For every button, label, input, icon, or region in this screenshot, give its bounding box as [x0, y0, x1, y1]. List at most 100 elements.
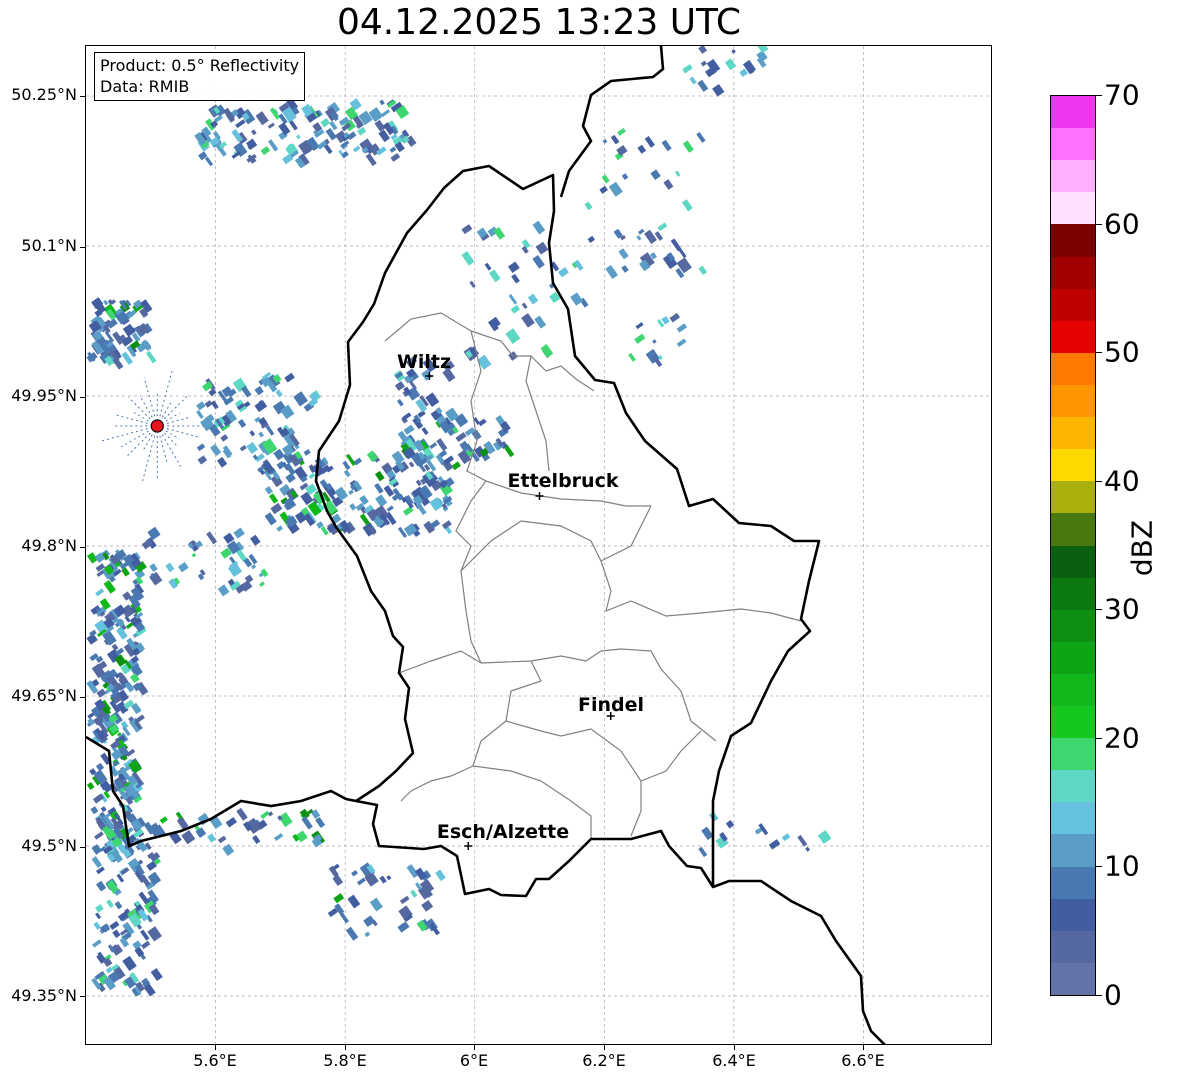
canton-boundaries	[384, 312, 802, 839]
echo-cell	[264, 486, 273, 495]
echo-cell	[379, 99, 385, 106]
echo-cell	[264, 512, 277, 526]
echo-cell	[768, 839, 781, 850]
echo-cell	[610, 134, 620, 145]
radar-site-dot	[150, 419, 164, 433]
echo-cell	[731, 49, 736, 54]
colorbar-tick-label: 40	[1104, 464, 1140, 498]
echo-cell	[260, 810, 270, 820]
echo-cell	[644, 135, 655, 148]
colorbar-tick-mark	[1096, 866, 1102, 868]
colorbar-tick-label: 20	[1104, 721, 1140, 755]
colorbar-segment	[1051, 898, 1095, 931]
echo-cell	[618, 248, 629, 260]
echo-cell	[92, 939, 102, 948]
echo-cell	[455, 432, 467, 442]
echo-cell	[637, 144, 647, 154]
city-label-esch-alzette: Esch/Alzette	[436, 821, 570, 843]
echo-cell	[421, 427, 429, 436]
echo-cell	[150, 968, 163, 982]
colorbar-segment	[1051, 223, 1095, 257]
echo-cell	[508, 293, 518, 305]
echo-cell	[116, 626, 128, 640]
echo-cell	[484, 262, 492, 271]
echo-cell	[410, 889, 418, 898]
echo-cell	[196, 401, 206, 411]
echo-cell	[379, 875, 387, 884]
echo-cell	[381, 109, 391, 117]
echo-cell	[383, 485, 395, 497]
colorbar-tick-mark	[1096, 737, 1102, 739]
echo-cell	[617, 127, 626, 136]
echo-cell	[657, 222, 668, 232]
germany-border	[559, 46, 665, 198]
colorbar-segment	[1051, 577, 1095, 610]
echo-cell	[268, 139, 279, 152]
echo-cell	[233, 527, 245, 539]
echo-cell	[134, 714, 145, 724]
echo-cell	[532, 220, 546, 235]
y-tick-mark	[80, 397, 85, 398]
x-tick-label: 5.8°E	[323, 1051, 367, 1070]
echo-cell	[114, 901, 123, 910]
x-tick-label: 6.2°E	[582, 1051, 626, 1070]
colorbar-segment	[1051, 545, 1095, 578]
colorbar-segment	[1051, 384, 1095, 418]
colorbar-segment	[1051, 480, 1095, 514]
city-label-wiltz: Wiltz	[396, 351, 452, 373]
y-tick-mark	[80, 996, 85, 997]
colorbar-tick-label: 0	[1104, 978, 1122, 1012]
echo-cell	[451, 461, 461, 471]
colorbar-tick-label: 60	[1104, 207, 1140, 241]
canton-boundary	[525, 355, 550, 472]
echo-cell	[390, 152, 401, 162]
colorbar-segment	[1051, 256, 1095, 289]
echo-cell	[584, 201, 593, 211]
x-tick-mark	[345, 1045, 346, 1050]
y-tick-label: 50.25°N	[11, 85, 77, 104]
echo-cell	[112, 929, 121, 939]
echo-cell	[245, 138, 258, 150]
echo-cell	[670, 238, 682, 252]
y-tick-label: 49.65°N	[11, 686, 77, 705]
echo-cell	[621, 265, 629, 273]
colorbar-segment	[1051, 769, 1095, 803]
echo-cell	[689, 76, 697, 85]
echo-cell	[252, 835, 261, 845]
echo-cell	[236, 807, 248, 821]
echo-cell	[345, 926, 359, 941]
echo-cell	[96, 880, 107, 892]
echo-cell	[510, 304, 520, 314]
echo-cell	[669, 312, 681, 323]
colorbar-segment	[1051, 833, 1095, 867]
echo-cell	[254, 385, 264, 396]
echo-cell	[258, 431, 265, 438]
echo-cell	[408, 461, 415, 468]
echo-cell	[505, 328, 521, 344]
echo-cell	[303, 449, 311, 456]
echo-cell	[637, 228, 645, 235]
colorbar-tick-mark	[1096, 95, 1102, 96]
echo-cell	[159, 816, 168, 824]
echo-cell	[396, 398, 404, 407]
echo-cell	[399, 895, 410, 905]
x-tick-label: 6°E	[459, 1051, 489, 1070]
radar-spoke	[156, 425, 182, 467]
echo-cell	[652, 339, 657, 344]
echo-cell	[332, 874, 344, 887]
echo-cell	[532, 254, 545, 269]
echo-cell	[700, 60, 707, 67]
colorbar-tick-label: 10	[1104, 849, 1140, 883]
echo-cell	[436, 438, 448, 452]
y-tick-mark	[80, 697, 85, 698]
echo-cell	[601, 174, 610, 184]
echo-cell	[650, 169, 661, 181]
graticule	[86, 46, 991, 1044]
echo-cell	[145, 350, 157, 364]
colorbar-tick-label: 30	[1104, 592, 1140, 626]
echo-cell	[636, 235, 642, 241]
echo-cell	[352, 145, 361, 153]
echo-cell	[417, 410, 426, 418]
x-tick-mark	[863, 1045, 864, 1050]
echo-cell	[111, 643, 119, 651]
